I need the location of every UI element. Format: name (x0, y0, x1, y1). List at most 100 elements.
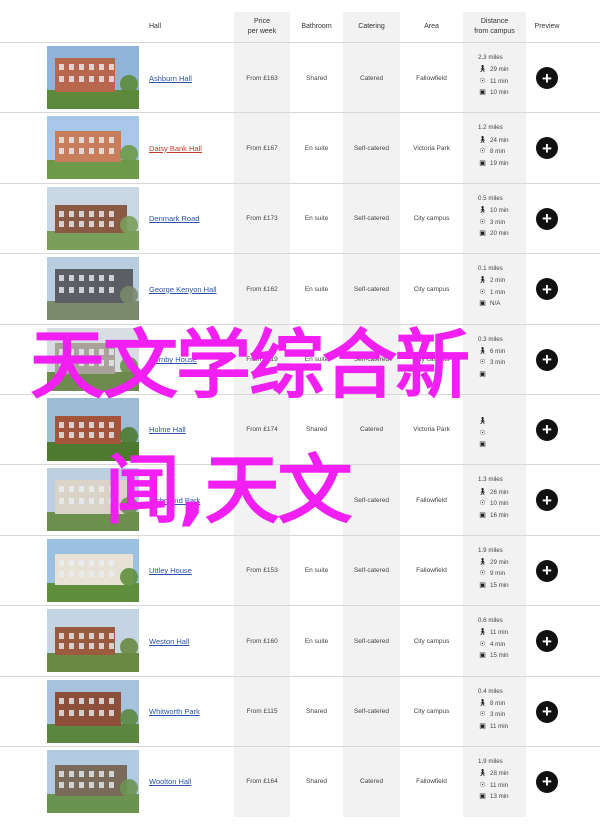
cycle-time: 4 min (490, 640, 506, 648)
walk-icon: 🚶︎ (478, 66, 487, 74)
catering-cell: Catered (343, 394, 400, 465)
bicycle-icon: ☉ (479, 781, 486, 789)
distance-miles (478, 404, 526, 416)
catering-cell: Self-catered (343, 113, 400, 184)
bus-icon: ▣ (479, 159, 486, 167)
preview-button[interactable]: + (536, 348, 558, 371)
bus-time: 19 min (490, 159, 509, 167)
bus-time: 15 min (490, 581, 509, 589)
preview-button[interactable]: + (536, 207, 558, 230)
walk-time: 24 min (490, 136, 509, 144)
preview-button[interactable]: + (536, 770, 558, 793)
catering-cell: Self-catered (343, 535, 400, 606)
cycle-time: 3 min (490, 711, 506, 719)
price-cell: From £162 (234, 254, 290, 325)
catering-cell: Self-catered (343, 465, 400, 536)
hall-photo (47, 327, 139, 391)
preview-button[interactable]: + (536, 67, 558, 89)
hall-rows: Ashburn Hall From £163 Shared Catered Fa… (0, 42, 600, 817)
distance-miles: 2.3 miles (478, 54, 503, 61)
hall-name-link[interactable]: Hornby House (149, 325, 197, 395)
price-cell: From £163 (234, 43, 290, 113)
distance-cell: 0.3 miles 🚶︎ 6 min ☉ 3 min ▣ (463, 324, 526, 395)
walk-time: 10 min (490, 207, 509, 215)
preview-button[interactable]: + (536, 489, 558, 512)
hall-name-link[interactable]: Hulme Hall (149, 395, 186, 465)
bathroom-cell (290, 465, 343, 535)
hall-name-link[interactable]: Daisy Bank Hall (149, 113, 202, 183)
bus-time: N/A (490, 300, 501, 308)
bathroom-cell: En suite (304, 567, 329, 575)
walk-icon: 🚶︎ (478, 558, 487, 566)
area-cell: City campus (413, 708, 450, 716)
distance-cell: 0.6 miles 🚶︎ 11 min ☉ 4 min ▣ 15 min (463, 606, 526, 677)
distance-cell: 2.3 miles 🚶︎ 29 min ☉ 11 min ▣ 10 min (463, 43, 526, 113)
hall-name-link[interactable]: George Kenyon Hall (149, 254, 217, 324)
table-header: Hall Price per week Bathroom Catering Ar… (0, 0, 600, 42)
distance-cell: 1.3 miles 🚶︎ 26 min ☉ 10 min ▣ 16 min (463, 465, 526, 536)
table-row: Hulme Hall From £174 Shared Catered Vict… (0, 393, 600, 465)
walk-icon: 🚶︎ (478, 207, 487, 215)
price-cell: From £160 (234, 606, 290, 677)
catering-cell: Self-catered (343, 324, 400, 395)
hall-photo (47, 749, 139, 813)
bus-icon: ▣ (479, 370, 486, 378)
bathroom-cell: Shared (306, 74, 327, 82)
hall-photo (47, 186, 139, 250)
preview-button[interactable]: + (536, 278, 558, 301)
walk-icon: 🚶︎ (478, 136, 487, 144)
hall-name-link[interactable]: Richmond Park (149, 465, 200, 535)
walk-time: 29 min (490, 66, 509, 74)
header-area: Area (424, 23, 439, 30)
bicycle-icon: ☉ (479, 148, 486, 156)
area-cell: Fallowfield (416, 496, 447, 504)
price-cell: From £174 (234, 394, 290, 465)
accommodation-table-page: Hall Price per week Bathroom Catering Ar… (0, 0, 600, 825)
distance-cell: 0.1 miles 🚶︎ 2 min ☉ 1 min ▣ N/A (463, 254, 526, 325)
preview-button[interactable]: + (536, 700, 558, 723)
bus-time: 10 min (490, 89, 509, 97)
distance-miles: 0.5 miles (478, 194, 503, 202)
walk-icon: 🚶︎ (478, 770, 487, 778)
area-cell: Fallowfield (416, 778, 447, 786)
cycle-time: 11 min (490, 77, 509, 85)
area-cell: City campus (413, 215, 450, 223)
price-cell: From £219 (234, 324, 290, 395)
bicycle-icon: ☉ (479, 288, 486, 296)
preview-button[interactable]: + (536, 630, 558, 653)
bathroom-cell: En suite (304, 144, 329, 152)
bus-icon: ▣ (479, 89, 486, 97)
walk-icon: 🚶︎ (478, 699, 487, 707)
hall-name-link[interactable]: Uttley House (149, 536, 192, 606)
hall-name-link[interactable]: Woolton Hall (149, 747, 191, 817)
distance-cell: 🚶︎ ☉ ▣ (463, 394, 526, 465)
hall-name-link[interactable]: Whitworth Park (149, 677, 200, 747)
hall-name-link[interactable]: Denmark Road (149, 184, 199, 254)
area-cell: Fallowfield (416, 567, 447, 575)
walk-icon: 🚶︎ (478, 277, 487, 285)
preview-button[interactable]: + (536, 137, 558, 160)
distance-cell: 0.5 miles 🚶︎ 10 min ☉ 3 min ▣ 20 min (463, 183, 526, 254)
catering-cell: Self-catered (343, 676, 400, 747)
header-price: Price per week (234, 12, 290, 42)
preview-button[interactable]: + (536, 418, 558, 441)
hall-name-link[interactable]: Ashburn Hall (149, 43, 192, 113)
bathroom-cell: En suite (304, 285, 329, 293)
cycle-time: 3 min (490, 359, 506, 367)
table-row: Woolton Hall From £164 Shared Catered Fa… (0, 745, 600, 817)
catering-cell: Self-catered (343, 606, 400, 677)
preview-button[interactable]: + (536, 559, 558, 582)
header-preview: Preview (534, 23, 560, 30)
price-cell: From £167 (234, 113, 290, 184)
walk-time: 26 min (490, 488, 509, 496)
walk-time: 29 min (490, 558, 509, 566)
distance-miles: 1.9 miles (478, 546, 503, 554)
hall-name-link[interactable]: Weston Hall (149, 606, 189, 676)
price-cell: From £153 (234, 535, 290, 606)
price-cell (234, 465, 290, 536)
walk-time: 28 min (490, 770, 509, 778)
bus-time: 11 min (490, 722, 509, 730)
hall-photo (47, 609, 139, 673)
table-row: Denmark Road From £173 En suite Self-cat… (0, 182, 600, 254)
catering-cell: Catered (343, 746, 400, 817)
